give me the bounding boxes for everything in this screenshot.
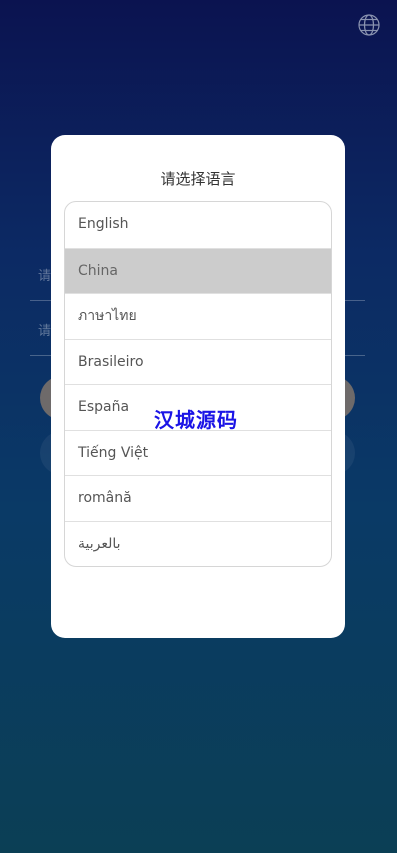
language-option-vietnamese[interactable]: Tiếng Việt bbox=[65, 429, 331, 476]
language-select-modal: 请选择语言 English China ภาษาไทย Brasileiro E… bbox=[51, 135, 345, 638]
watermark-text: 汉城源码 bbox=[154, 408, 238, 432]
modal-title: 请选择语言 bbox=[160, 170, 236, 188]
language-option-brasileiro[interactable]: Brasileiro bbox=[65, 338, 331, 385]
language-option-arabic[interactable]: بالعربية bbox=[65, 520, 331, 567]
language-option-thai[interactable]: ภาษาไทย bbox=[65, 293, 331, 339]
language-option-english[interactable]: English bbox=[65, 202, 331, 248]
language-option-romana[interactable]: română bbox=[65, 475, 331, 521]
login-screen: 请 请 请选择语言 English China ภาษาไทย Brasilei… bbox=[0, 0, 397, 853]
language-list: English China ภาษาไทย Brasileiro España … bbox=[64, 201, 332, 567]
language-option-china[interactable]: China bbox=[65, 247, 331, 293]
